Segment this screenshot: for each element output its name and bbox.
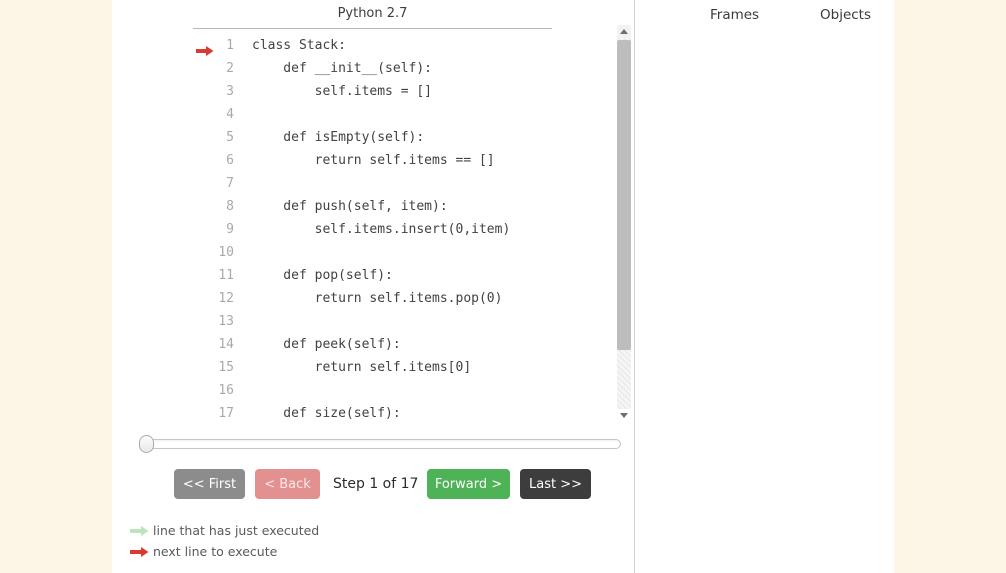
code-line: 16 [112, 379, 617, 402]
code-text: class Stack: [252, 38, 346, 53]
code-line: 8 def push(self, item): [112, 195, 617, 218]
last-button[interactable]: Last >> [520, 469, 591, 499]
legend-next-label: next line to execute [153, 544, 277, 559]
code-line: 12 return self.items.pop(0) [112, 287, 617, 310]
code-text: return self.items[0] [252, 360, 471, 375]
code-line: 11 def pop(self): [112, 264, 617, 287]
legend-executed-label: line that has just executed [153, 523, 319, 538]
code-line: 7 [112, 172, 617, 195]
line-number: 10 [214, 245, 234, 260]
code-line: 6 return self.items == [] [112, 149, 617, 172]
code-text: self.items = [] [252, 84, 432, 99]
code-line: 13 [112, 310, 617, 333]
line-number: 3 [214, 84, 234, 99]
executed-line-arrow-icon [130, 526, 149, 536]
page-background: Python 2.7 1 class Stack: 2 def __init__(s… [0, 0, 1006, 573]
code-line: 3 self.items = [] [112, 80, 617, 103]
objects-header: Objects [820, 7, 871, 23]
code-line: 17 def size(self): [112, 402, 617, 425]
step-indicator: Step 1 of 17 [333, 476, 418, 492]
line-number: 14 [214, 337, 234, 352]
scrollbar-up-icon[interactable] [617, 25, 631, 38]
python-version-title: Python 2.7 [193, 6, 552, 21]
code-display: 1class Stack:2 def __init__(self):3 self… [112, 34, 617, 425]
code-scrollbar[interactable] [617, 25, 631, 422]
code-line: 9 self.items.insert(0,item) [112, 218, 617, 241]
line-number: 6 [214, 153, 234, 168]
scrollbar-track[interactable] [617, 38, 631, 409]
line-number: 8 [214, 199, 234, 214]
frames-header: Frames [710, 7, 759, 23]
next-line-arrow-icon [130, 547, 149, 557]
line-number: 15 [214, 360, 234, 375]
code-text: def isEmpty(self): [252, 130, 424, 145]
line-number: 11 [214, 268, 234, 283]
line-number: 2 [214, 61, 234, 76]
line-number: 17 [214, 406, 234, 421]
line-number: 12 [214, 291, 234, 306]
slider-thumb[interactable] [139, 435, 154, 453]
code-text: self.items.insert(0,item) [252, 222, 510, 237]
code-line: 14 def peek(self): [112, 333, 617, 356]
scrollbar-thumb[interactable] [617, 40, 631, 350]
code-line: 2 def __init__(self): [112, 57, 617, 80]
visualizer-panel: Python 2.7 1 class Stack: 2 def __init__(s… [112, 0, 894, 573]
code-text: def size(self): [252, 406, 401, 421]
code-text: def __init__(self): [252, 61, 432, 76]
first-button[interactable]: << First [174, 469, 245, 499]
code-line: 1 class Stack: [112, 34, 617, 57]
line-number: 4 [214, 107, 234, 122]
line-number: 5 [214, 130, 234, 145]
forward-button[interactable]: Forward > [427, 469, 510, 499]
code-text: return self.items == [] [252, 153, 495, 168]
title-divider [193, 28, 552, 29]
line-number: 9 [214, 222, 234, 237]
code-line: 10 [112, 241, 617, 264]
line-number: 1 [214, 38, 234, 53]
back-button[interactable]: < Back [255, 469, 320, 499]
frames-objects-pane: Frames Objects [635, 0, 894, 573]
scrollbar-down-icon[interactable] [617, 409, 631, 422]
legend-next-row: next line to execute [130, 544, 277, 559]
line-number: 13 [214, 314, 234, 329]
code-lines: 1class Stack:2 def __init__(self):3 self… [112, 34, 617, 425]
code-line: 5 def isEmpty(self): [112, 126, 617, 149]
line-number: 7 [214, 176, 234, 191]
code-text: def push(self, item): [252, 199, 448, 214]
code-text: def pop(self): [252, 268, 393, 283]
legend-executed-row: line that has just executed [130, 523, 319, 538]
code-text: return self.items.pop(0) [252, 291, 502, 306]
execution-slider[interactable] [140, 439, 621, 449]
next-line-arrow-icon [196, 41, 214, 51]
code-line: 15 return self.items[0] [112, 356, 617, 379]
code-line: 4 [112, 103, 617, 126]
code-text: def peek(self): [252, 337, 401, 352]
line-number: 16 [214, 383, 234, 398]
